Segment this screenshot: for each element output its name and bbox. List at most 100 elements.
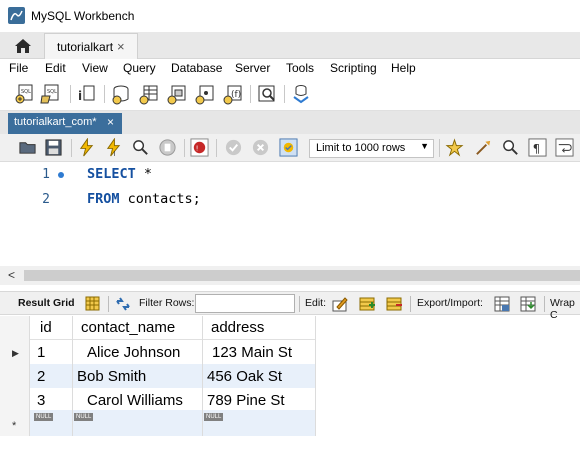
limit-rows-label: Limit to 1000 rows xyxy=(316,142,406,154)
autocommit-toggle-icon[interactable] xyxy=(279,138,298,157)
null-badge: NULL xyxy=(74,413,94,421)
column-header-address[interactable]: address xyxy=(211,319,264,336)
insert-row-icon[interactable] xyxy=(358,295,376,313)
menu-file[interactable]: File xyxy=(9,61,28,75)
add-snippet-icon[interactable] xyxy=(445,138,464,157)
wrap-cell-content-label[interactable]: Wrap C xyxy=(550,297,580,321)
line-number: 1 xyxy=(42,167,50,182)
null-badge: NULL xyxy=(34,413,54,421)
sql-code: contacts; xyxy=(119,191,201,207)
sql-keyword: FROM xyxy=(87,191,120,207)
sql-editor-toolbar: I ! Limit to 1000 rows ▼ ¶ xyxy=(0,134,580,162)
cell-contact-name[interactable]: Bob Smith xyxy=(77,368,146,385)
search-table-data-icon[interactable] xyxy=(256,83,278,105)
cell-contact-name[interactable]: Alice Johnson xyxy=(87,344,180,361)
edit-cell-icon[interactable] xyxy=(331,295,349,313)
null-badge: NULL xyxy=(204,413,224,421)
cell-address[interactable]: 456 Oak St xyxy=(207,368,282,385)
explain-icon[interactable] xyxy=(131,138,150,157)
result-toolbar: Result Grid Filter Rows: Edit: Export/Im… xyxy=(0,291,580,321)
column-header-contact-name[interactable]: contact_name xyxy=(81,319,175,336)
column-header-id[interactable]: id xyxy=(40,319,52,336)
query-tab-label: tutorialkart_com* xyxy=(14,116,97,128)
inspector-icon[interactable]: i xyxy=(76,83,98,105)
import-icon[interactable] xyxy=(519,295,537,313)
new-row-indicator-icon: * xyxy=(12,420,17,432)
delete-row-icon[interactable] xyxy=(385,295,403,313)
current-row-indicator-icon: ▶ xyxy=(12,348,19,358)
menu-view[interactable]: View xyxy=(82,61,108,75)
line-number: 2 xyxy=(42,192,50,207)
open-sql-script-icon[interactable]: SQL xyxy=(40,83,62,105)
new-sql-tab-icon[interactable]: SQL xyxy=(14,83,36,105)
menu-server[interactable]: Server xyxy=(235,61,270,75)
svg-text:¶: ¶ xyxy=(533,141,540,155)
stop-icon[interactable] xyxy=(158,138,177,157)
cell-id[interactable]: 2 xyxy=(37,368,45,385)
stop-on-error-icon[interactable]: ! xyxy=(190,138,209,157)
commit-icon[interactable] xyxy=(224,138,243,157)
scrollbar-thumb[interactable] xyxy=(24,270,580,281)
main-toolbar: SQL SQL i (f) xyxy=(0,79,580,111)
svg-text:i: i xyxy=(78,89,82,103)
home-button[interactable] xyxy=(6,32,40,59)
invisible-characters-icon[interactable]: ¶ xyxy=(528,138,547,157)
menu-query[interactable]: Query xyxy=(123,61,156,75)
connection-tab[interactable]: tutorialkart × xyxy=(44,33,138,59)
open-folder-icon[interactable] xyxy=(18,138,37,157)
create-procedure-icon[interactable] xyxy=(194,83,216,105)
menu-help[interactable]: Help xyxy=(391,61,416,75)
connection-tab-bar: tutorialkart × xyxy=(0,32,580,59)
cell-id[interactable]: 3 xyxy=(37,392,45,409)
svg-text:SQL: SQL xyxy=(21,89,31,95)
connection-tab-label: tutorialkart xyxy=(57,40,114,54)
cell-address[interactable]: 789 Pine St xyxy=(207,392,285,409)
svg-text:SQL: SQL xyxy=(47,89,57,95)
scroll-left-icon[interactable]: < xyxy=(8,268,15,282)
create-view-icon[interactable] xyxy=(166,83,188,105)
menu-scripting[interactable]: Scripting xyxy=(330,61,377,75)
cell-contact-name[interactable]: Carol Williams xyxy=(87,392,183,409)
find-replace-icon[interactable] xyxy=(501,138,520,157)
grid-layout-icon[interactable] xyxy=(84,295,101,312)
create-schema-icon[interactable] xyxy=(110,83,132,105)
rollback-icon[interactable] xyxy=(251,138,270,157)
export-import-label: Export/Import: xyxy=(417,297,483,309)
limit-rows-select[interactable]: Limit to 1000 rows ▼ xyxy=(309,139,434,158)
code-line: FROM contacts; xyxy=(87,191,201,207)
create-table-icon[interactable] xyxy=(138,83,160,105)
window-title: MySQL Workbench xyxy=(31,9,135,23)
cell-address[interactable]: 123 Main St xyxy=(212,344,292,361)
filter-rows-input[interactable] xyxy=(195,294,295,313)
statement-marker-icon xyxy=(58,172,64,178)
menu-tools[interactable]: Tools xyxy=(286,61,314,75)
horizontal-scrollbar[interactable]: < xyxy=(0,266,580,285)
refresh-icon[interactable] xyxy=(114,295,132,313)
query-tab[interactable]: tutorialkart_com* × xyxy=(8,113,122,134)
create-function-icon[interactable]: (f) xyxy=(222,83,244,105)
execute-current-statement-icon[interactable]: I xyxy=(104,138,123,157)
menu-edit[interactable]: Edit xyxy=(45,61,66,75)
result-grid-label[interactable]: Result Grid xyxy=(18,297,75,309)
code-line: SELECT * xyxy=(87,166,152,182)
menu-database[interactable]: Database xyxy=(171,61,222,75)
cell-id[interactable]: 1 xyxy=(37,344,45,361)
beautify-icon[interactable] xyxy=(474,138,493,157)
result-grid[interactable]: ▶ * id contact_name address 1 Alice John… xyxy=(0,316,316,436)
reconnect-icon[interactable] xyxy=(290,83,312,105)
save-icon[interactable] xyxy=(44,138,63,157)
svg-text:!: ! xyxy=(196,144,199,152)
sql-editor[interactable]: 1 SELECT * 2 FROM contacts; xyxy=(0,162,580,266)
edit-label: Edit: xyxy=(305,297,327,309)
home-icon xyxy=(15,38,31,53)
title-bar: MySQL Workbench xyxy=(0,0,580,32)
close-icon[interactable]: × xyxy=(107,115,114,129)
execute-icon[interactable] xyxy=(77,138,96,157)
mysql-workbench-logo-icon xyxy=(8,7,25,24)
close-icon[interactable]: × xyxy=(117,39,125,54)
chevron-down-icon: ▼ xyxy=(420,141,429,151)
wrap-lines-icon[interactable] xyxy=(555,138,574,157)
sql-keyword: SELECT xyxy=(87,166,136,182)
sql-code: * xyxy=(135,166,153,182)
export-icon[interactable] xyxy=(493,295,511,313)
